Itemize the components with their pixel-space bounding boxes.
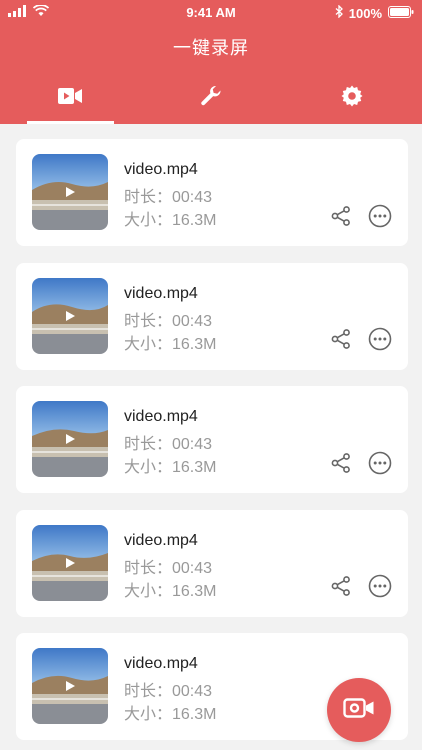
share-button[interactable] xyxy=(329,205,353,232)
status-right: 100% xyxy=(335,4,414,21)
share-button[interactable] xyxy=(329,328,353,355)
video-list: video.mp4 时长：00:43 大小：16.3M video.mp4 时长… xyxy=(16,139,408,750)
tab-bar xyxy=(0,72,422,124)
video-card[interactable]: video.mp4 时长：00:43 大小：16.3M xyxy=(16,509,408,617)
file-name: video.mp4 xyxy=(124,284,198,302)
share-icon xyxy=(330,328,352,355)
video-duration: 时长：00:43 xyxy=(124,683,213,700)
video-duration: 时长：00:43 xyxy=(124,559,213,577)
video-card[interactable]: video.mp4 时长：00:43 大小：16.3M xyxy=(16,262,408,370)
share-button[interactable] xyxy=(329,452,353,479)
wrench-icon xyxy=(199,84,223,113)
app-header: 9:41 AM 100% 一键录屏 xyxy=(0,0,422,124)
record-button[interactable] xyxy=(327,678,391,742)
share-icon xyxy=(330,575,352,602)
share-button[interactable] xyxy=(329,575,353,602)
video-card[interactable]: video.mp4 时长：00:43 大小：16.3M xyxy=(16,139,408,246)
more-options-button[interactable] xyxy=(368,204,392,233)
video-thumbnail[interactable] xyxy=(32,154,108,230)
more-options-button[interactable] xyxy=(368,574,392,603)
play-icon xyxy=(32,154,108,230)
file-name: video.mp4 xyxy=(124,408,198,425)
battery-icon xyxy=(388,5,414,21)
share-icon xyxy=(330,452,352,479)
video-thumbnail[interactable] xyxy=(32,277,108,354)
video-size: 大小：16.3M xyxy=(124,582,217,600)
file-name: video.mp4 xyxy=(124,655,198,672)
play-icon xyxy=(32,278,108,354)
video-size: 大小：16.3M xyxy=(124,459,217,476)
more-icon xyxy=(368,451,392,480)
more-icon xyxy=(368,574,392,603)
play-icon xyxy=(32,525,108,601)
share-icon xyxy=(330,205,352,232)
video-duration: 时长：00:43 xyxy=(124,189,213,206)
file-name: video.mp4 xyxy=(124,161,198,178)
tab-videos[interactable] xyxy=(0,72,141,124)
video-card[interactable]: video.mp4 时长：00:43 大小：16.3M xyxy=(16,386,408,493)
video-thumbnail[interactable] xyxy=(32,401,108,477)
video-size: 大小：16.3M xyxy=(124,212,217,229)
more-icon xyxy=(368,204,392,233)
more-icon xyxy=(368,327,392,356)
gear-icon xyxy=(340,84,364,113)
play-icon xyxy=(32,648,108,724)
record-camera-icon xyxy=(343,696,375,725)
page-title: 一键录屏 xyxy=(173,38,249,58)
tab-tools[interactable] xyxy=(141,72,282,124)
play-icon xyxy=(32,401,108,477)
more-options-button[interactable] xyxy=(368,327,392,356)
battery-percent: 100% xyxy=(348,5,382,21)
video-thumbnail[interactable] xyxy=(32,524,108,601)
video-size: 大小：16.3M xyxy=(124,335,217,353)
bluetooth-icon xyxy=(335,4,343,21)
video-size: 大小：16.3M xyxy=(124,706,217,723)
video-camera-icon xyxy=(58,87,83,110)
tab-settings[interactable] xyxy=(281,72,422,124)
file-name: video.mp4 xyxy=(124,531,198,549)
video-thumbnail[interactable] xyxy=(32,648,108,724)
video-duration: 时长：00:43 xyxy=(124,312,213,330)
more-options-button[interactable] xyxy=(368,451,392,480)
status-bar: 9:41 AM 100% xyxy=(0,0,422,26)
video-duration: 时长：00:43 xyxy=(124,436,213,453)
